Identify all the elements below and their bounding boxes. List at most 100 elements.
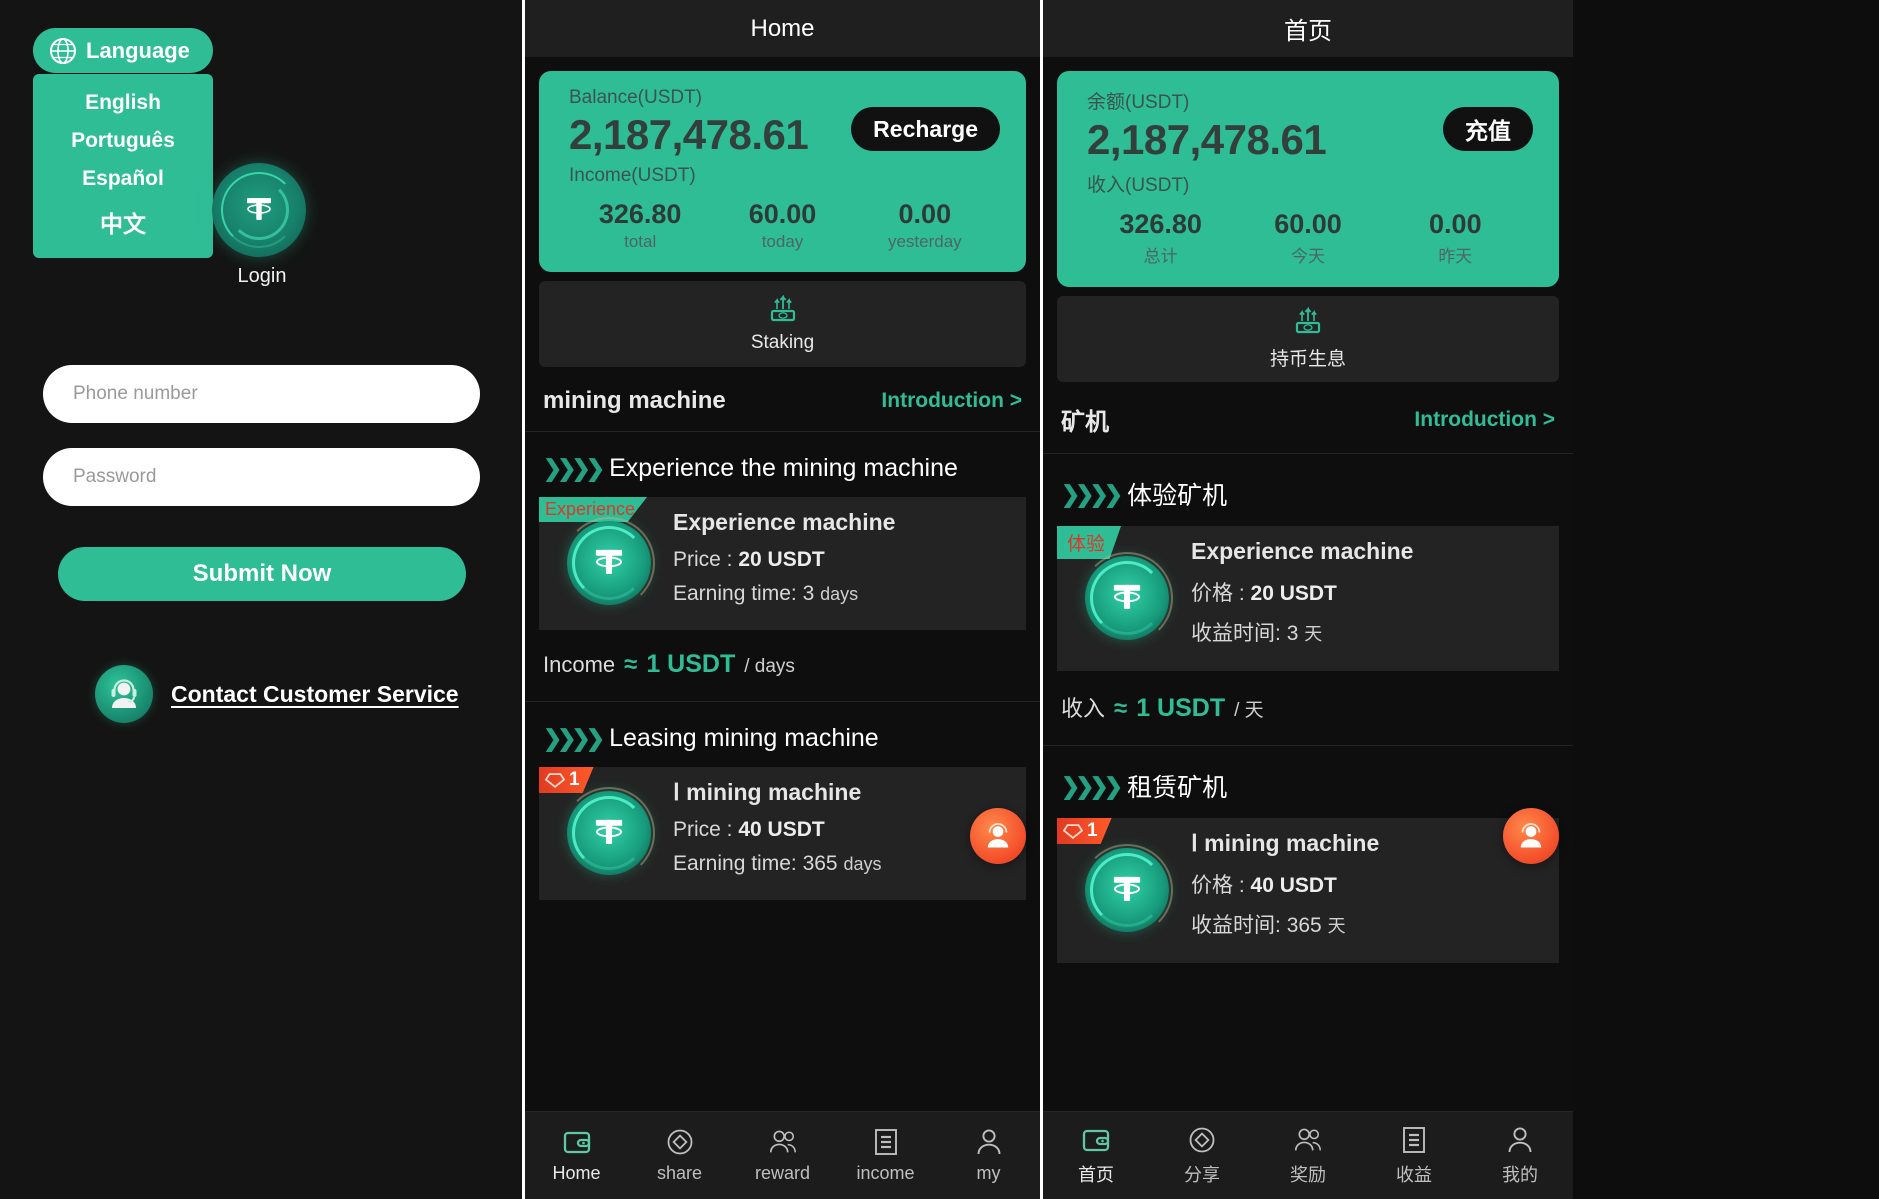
language-option-chinese[interactable]: 中文 (33, 198, 213, 246)
income-label: Income(USDT) (569, 165, 696, 186)
price-value: 40 USDT (1250, 874, 1337, 897)
machine-time-row: 收益时间: 365 天 (1191, 909, 1379, 939)
nav-label: 收益 (1396, 1164, 1432, 1185)
nav-label: Home (552, 1163, 601, 1183)
person-icon (1505, 1125, 1535, 1155)
recharge-button[interactable]: 充值 (1443, 107, 1533, 151)
password-input[interactable] (73, 466, 450, 488)
time-value: 365 (802, 852, 838, 875)
screens-container: Language English Português Español 中文 Lo… (0, 0, 1879, 1199)
experience-income-line: 收入 ≈ 1 USDT / 天 (1043, 671, 1573, 746)
nav-label: reward (754, 1163, 811, 1183)
income-stat-today: 60.00 今天 (1234, 209, 1381, 267)
price-value: 20 USDT (1250, 582, 1337, 605)
nav-item-reward[interactable]: reward (731, 1127, 834, 1184)
nav-item-income[interactable]: 收益 (1361, 1125, 1467, 1187)
nav-item-my[interactable]: my (937, 1127, 1040, 1184)
chevrons-right-icon: ❯❯❯❯ (1061, 772, 1123, 799)
person-icon (974, 1127, 1004, 1157)
experience-machine-card[interactable]: 体验 Experience machine 价格 : 20 USDT 收益时间:… (1057, 526, 1559, 671)
gem-icon (545, 772, 565, 788)
machine-name: Ⅰ mining machine (1191, 830, 1380, 856)
language-option-espanol[interactable]: Español (33, 160, 213, 198)
language-button-label: Language (86, 37, 190, 63)
nav-item-reward[interactable]: 奖励 (1255, 1125, 1361, 1187)
nav-label: 我的 (1502, 1164, 1538, 1185)
tether-glyph (238, 189, 280, 231)
machine-time-row: 收益时间: 3 天 (1191, 617, 1413, 647)
nav-item-my[interactable]: 我的 (1467, 1125, 1573, 1187)
phone-field[interactable] (43, 365, 480, 423)
nav-label: 首页 (1078, 1164, 1114, 1185)
staking-card[interactable]: Staking (539, 281, 1026, 367)
nav-item-share[interactable]: 分享 (1149, 1125, 1255, 1187)
diamond-circle-icon (665, 1127, 695, 1157)
time-value: 3 (802, 582, 815, 605)
leasing-machine-card[interactable]: 1 Ⅰ mining machine 价格 : 40 USDT 收益时间: 36… (1057, 818, 1559, 963)
floating-customer-service-button[interactable] (970, 808, 1026, 864)
introduction-link[interactable]: Introduction > (881, 389, 1022, 413)
people-icon (767, 1127, 799, 1157)
home-screen-en: Home Balance(USDT) 2,187,478.61 Recharge… (525, 0, 1043, 1199)
language-option-portugues[interactable]: Português (33, 122, 213, 160)
nav-item-share[interactable]: share (628, 1127, 731, 1184)
nav-item-income[interactable]: income (834, 1127, 937, 1184)
experience-heading: 体验矿机 (1127, 482, 1228, 510)
machine-name: Experience machine (1191, 538, 1414, 564)
leasing-section-head: ❯❯❯❯ 租赁矿机 (1043, 746, 1573, 818)
income-yesterday-value: 0.00 (1429, 209, 1482, 239)
time-unit: days (820, 584, 859, 604)
language-option-english[interactable]: English (33, 84, 213, 122)
tether-coin-icon (1081, 843, 1173, 936)
bottom-nav-en: Home share reward income my (525, 1111, 1040, 1199)
nav-item-home[interactable]: 首页 (1043, 1125, 1149, 1187)
income-stat-yesterday: 0.00 昨天 (1382, 209, 1529, 267)
nav-item-home[interactable]: Home (525, 1127, 628, 1184)
machine-thumbnail (553, 786, 665, 879)
home-screen-cn: 首页 余额(USDT) 2,187,478.61 充值 收入(USDT) 326… (1043, 0, 1573, 1199)
language-button[interactable]: Language (33, 28, 213, 73)
experience-machine-card[interactable]: Experience Experience machine Price : 20… (539, 497, 1026, 630)
password-field[interactable] (43, 448, 480, 506)
income-stat-total: 326.80 total (569, 199, 711, 252)
section-title: 矿机 (1061, 409, 1109, 436)
contact-customer-service-link[interactable]: Contact Customer Service (95, 665, 459, 723)
recharge-button[interactable]: Recharge (851, 107, 1000, 151)
machine-time-row: Earning time: 3 days (673, 582, 895, 606)
nav-label: share (656, 1163, 703, 1183)
income-total-value: 326.80 (598, 199, 682, 229)
time-label: 收益时间: (1191, 914, 1281, 937)
staking-label: Staking (750, 331, 815, 353)
income-today-value: 60.00 (748, 199, 817, 229)
leasing-machine-card[interactable]: 1 Ⅰ mining machine Price : 40 USDT Earni… (539, 767, 1026, 900)
machine-info: Ⅰ mining machine 价格 : 40 USDT 收益时间: 365 … (1183, 830, 1379, 949)
introduction-link[interactable]: Introduction > (1414, 408, 1555, 432)
nav-label: income (856, 1163, 915, 1183)
approx-sign: ≈ (624, 651, 638, 678)
machine-price-row: Price : 40 USDT (673, 818, 882, 842)
machine-price-row: 价格 : 40 USDT (1191, 869, 1379, 899)
level-badge-count: 1 (1087, 820, 1098, 841)
time-value: 3 (1286, 622, 1299, 645)
floating-customer-service-button[interactable] (1503, 808, 1559, 864)
income-yesterday-value: 0.00 (898, 199, 952, 229)
income-total-value: 326.80 (1119, 209, 1202, 239)
price-label: Price : (673, 548, 733, 571)
tether-coin-icon (212, 163, 306, 257)
login-caption: Login (237, 265, 287, 287)
income-stats-row: 326.80 total 60.00 today 0.00 yesterday (569, 199, 996, 252)
document-icon (1400, 1125, 1428, 1155)
level-badge: 1 (539, 767, 594, 793)
headset-support-icon (95, 665, 153, 723)
language-selector: Language English Português Español 中文 (33, 28, 213, 258)
submit-button[interactable]: Submit Now (58, 547, 466, 601)
mining-machine-section-head: mining machine Introduction > (525, 367, 1040, 432)
staking-label: 持币生息 (1269, 349, 1346, 370)
staking-card[interactable]: 持币生息 (1057, 296, 1559, 382)
income-total-caption: total (624, 232, 657, 251)
income-total-caption: 总计 (1143, 247, 1178, 266)
phone-input[interactable] (73, 383, 450, 405)
balance-card-cn: 余额(USDT) 2,187,478.61 充值 收入(USDT) 326.80… (1057, 71, 1559, 287)
tether-coin-icon (563, 786, 655, 879)
login-panel: Language English Português Español 中文 Lo… (0, 0, 525, 1199)
